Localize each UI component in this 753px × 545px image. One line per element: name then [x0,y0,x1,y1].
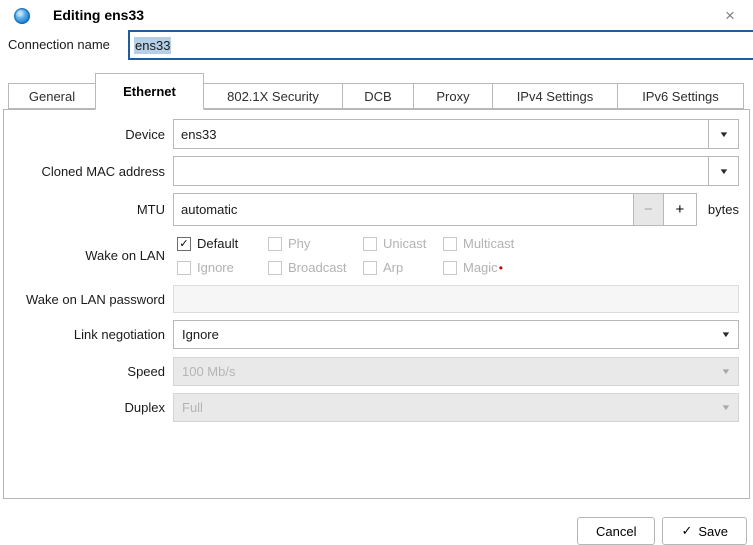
mtu-unit-label: bytes [697,202,739,217]
checkbox-default[interactable]: ✓ Default [177,236,268,251]
speed-select: 100 Mb/s ▼ [173,357,739,386]
link-negotiation-label: Link negotiation [4,327,173,342]
unchecked-checkbox-icon [363,237,377,251]
check-icon: ✓ [681,523,692,539]
tab-ipv6-settings[interactable]: IPv6 Settings [617,83,744,109]
speed-label: Speed [4,364,173,379]
cloned-mac-row: Cloned MAC address ▼ [4,156,749,186]
tab-general[interactable]: General [8,83,96,109]
titlebar: Editing ens33 × [0,0,753,30]
connection-name-input[interactable]: ens33 [128,30,753,60]
unchecked-checkbox-icon [268,237,282,251]
chevron-down-icon: ▼ [718,130,729,139]
save-button[interactable]: ✓ Save [662,517,747,545]
cloned-mac-label: Cloned MAC address [4,164,173,179]
link-negotiation-select[interactable]: Ignore ▼ [173,320,739,349]
checkbox-broadcast: Broadcast [268,260,363,275]
mtu-input[interactable]: automatic [173,193,633,226]
mtu-increment-button[interactable]: + [663,193,697,226]
close-icon[interactable]: × [719,5,741,27]
mtu-spinbox: automatic − + [173,193,697,226]
app-icon [14,8,30,24]
chevron-down-icon: ▼ [720,330,731,339]
cloned-mac-dropdown-button[interactable]: ▼ [708,156,739,186]
edit-connection-dialog: Editing ens33 × Connection name ens33 Ge… [0,0,753,545]
connection-name-row: Connection name ens33 [0,30,753,66]
device-dropdown-button[interactable]: ▼ [708,119,739,149]
device-row: Device ens33 ▼ [4,119,749,149]
tab-8021x-security[interactable]: 802.1X Security [203,83,343,109]
tab-dcb[interactable]: DCB [342,83,414,109]
wake-on-lan-label: Wake on LAN [4,248,173,263]
window-title: Editing ens33 [53,7,144,23]
chevron-down-icon: ▼ [720,367,731,376]
cloned-mac-input[interactable] [173,156,708,186]
tabstrip: General Ethernet 802.1X Security DCB Pro… [3,72,750,109]
wake-on-lan-options: ✓ Default Phy Unicast Multicast [173,236,514,275]
dialog-footer: Cancel ✓ Save [0,517,747,545]
cancel-button[interactable]: Cancel [577,517,655,545]
minus-icon: − [644,201,653,218]
unchecked-checkbox-icon [443,261,457,275]
duplex-select: Full ▼ [173,393,739,422]
unchecked-checkbox-icon [443,237,457,251]
mtu-decrement-button: − [633,193,663,226]
connection-name-label: Connection name [8,37,110,52]
unchecked-checkbox-icon [177,261,191,275]
tab-proxy[interactable]: Proxy [413,83,493,109]
wol-password-label: Wake on LAN password [4,292,173,307]
tab-ipv4-settings[interactable]: IPv4 Settings [492,83,618,109]
link-negotiation-row: Link negotiation Ignore ▼ [4,320,749,349]
wake-on-lan-row: Wake on LAN ✓ Default Phy Unicast [4,236,749,275]
plus-icon: + [676,201,685,218]
device-label: Device [4,127,173,142]
wol-password-row: Wake on LAN password [4,285,749,313]
unchecked-checkbox-icon [363,261,377,275]
mtu-label: MTU [4,202,173,217]
unchecked-checkbox-icon [268,261,282,275]
checkbox-unicast: Unicast [363,236,443,251]
speed-row: Speed 100 Mb/s ▼ [4,357,749,386]
chevron-down-icon: ▼ [720,403,731,412]
checkbox-ignore: Ignore [177,260,268,275]
duplex-row: Duplex Full ▼ [4,393,749,422]
duplex-label: Duplex [4,400,173,415]
tab-ethernet[interactable]: Ethernet [95,73,204,110]
mtu-row: MTU automatic − + bytes [4,193,749,226]
chevron-down-icon: ▼ [718,167,729,176]
checkbox-phy: Phy [268,236,363,251]
wol-password-input [173,285,739,313]
checked-checkbox-icon: ✓ [177,237,191,251]
checkbox-multicast: Multicast [443,236,514,251]
device-input[interactable]: ens33 [173,119,708,149]
checkbox-arp: Arp [363,260,443,275]
checkbox-magic: Magic • [443,260,514,275]
connection-name-value: ens33 [134,37,171,54]
ethernet-tab-panel: Device ens33 ▼ Cloned MAC address ▼ [3,109,750,499]
